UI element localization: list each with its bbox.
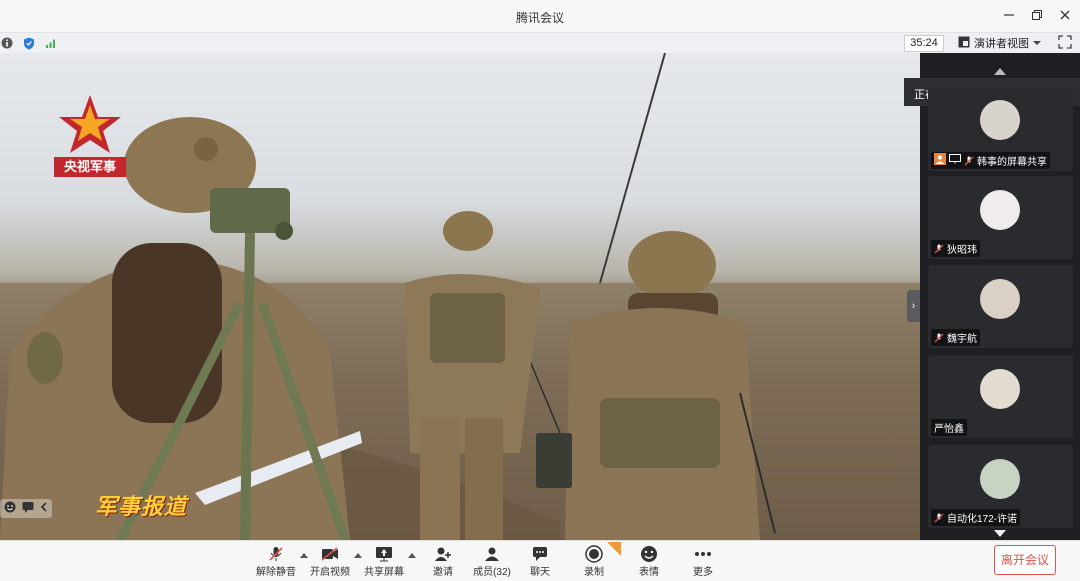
participant-label: 狄昭玮	[931, 240, 980, 257]
mic-muted-icon	[254, 545, 298, 563]
fullscreen-icon[interactable]	[1058, 35, 1072, 49]
chat-icon	[518, 545, 562, 563]
signal-icon[interactable]	[44, 36, 58, 50]
view-mode-label: 演讲者视图	[974, 38, 1029, 50]
add-user-icon	[421, 545, 465, 563]
title-bar: 腾讯会议	[0, 0, 1080, 32]
participant-tile[interactable]: 韩事的屏幕共享	[928, 88, 1073, 171]
unmute-button[interactable]: 解除静音	[254, 545, 298, 578]
members-icon	[470, 545, 514, 563]
mic-muted-icon	[934, 513, 944, 523]
record-label: 录制	[584, 567, 604, 578]
start-video-label: 开启视频	[310, 567, 350, 578]
meeting-status-bar: 35:24 演讲者视图	[0, 32, 1080, 54]
window-controls	[1002, 6, 1072, 24]
invite-label: 邀请	[433, 567, 453, 578]
unmute-label: 解除静音	[256, 567, 296, 578]
minimize-icon[interactable]	[1002, 6, 1016, 24]
program-logo: 军事报道	[95, 494, 188, 519]
participant-name: 魏宇航	[947, 334, 977, 345]
members-label: 成员(32)	[473, 567, 511, 578]
window-title: 腾讯会议	[515, 11, 564, 25]
video-mini-controls	[0, 499, 52, 518]
audio-options-caret[interactable]	[300, 553, 308, 558]
share-options-caret[interactable]	[408, 553, 416, 558]
shared-video: 央视军事 军事报道	[0, 53, 920, 540]
reactions-button[interactable]: 表情	[627, 545, 671, 578]
record-badge	[607, 542, 621, 556]
more-icon	[681, 545, 725, 563]
emoji-icon[interactable]	[4, 501, 16, 516]
camera-off-icon	[308, 545, 352, 563]
avatar	[980, 190, 1020, 230]
shield-icon[interactable]	[22, 36, 36, 50]
more-label: 更多	[693, 567, 713, 578]
grid-view-icon	[958, 36, 970, 51]
participant-label: 自动化172-许诺	[931, 509, 1021, 526]
avatar	[980, 100, 1020, 140]
person-icon	[934, 153, 946, 168]
participant-tile[interactable]: 魏宇航	[928, 265, 1073, 348]
chat-button[interactable]: 聊天	[518, 545, 562, 578]
collapse-panel-button[interactable]: ›	[907, 290, 920, 322]
close-icon[interactable]	[1058, 6, 1072, 24]
mic-muted-icon	[934, 333, 944, 343]
avatar	[980, 369, 1020, 409]
chat-label: 聊天	[530, 567, 550, 578]
meeting-timer: 35:24	[904, 35, 944, 52]
screen-share-icon	[949, 154, 961, 167]
participant-tile[interactable]: 自动化172-许诺	[928, 445, 1073, 528]
participant-name: 韩事的屏幕共享	[977, 157, 1047, 168]
mic-muted-icon	[964, 156, 974, 166]
info-icon[interactable]	[0, 36, 14, 50]
channel-label: 央视军事	[54, 157, 126, 177]
participant-name: 狄昭玮	[947, 245, 977, 256]
start-video-button[interactable]: 开启视频	[308, 545, 352, 578]
participant-label: 严怡鑫	[931, 419, 967, 436]
invite-button[interactable]: 邀请	[421, 545, 465, 578]
participant-name: 严怡鑫	[934, 424, 964, 435]
avatar	[980, 459, 1020, 499]
share-screen-label: 共享屏幕	[364, 567, 404, 578]
scroll-up-icon[interactable]	[994, 68, 1006, 75]
mic-muted-icon	[934, 244, 944, 254]
video-options-caret[interactable]	[354, 553, 362, 558]
participant-label: 魏宇航	[931, 329, 980, 346]
chevron-down-icon	[1033, 37, 1041, 49]
participant-name: 自动化172-许诺	[947, 514, 1018, 525]
avatar	[980, 279, 1020, 319]
leave-meeting-button[interactable]: 离开会议	[994, 545, 1056, 575]
share-screen-button[interactable]: 共享屏幕	[362, 545, 406, 578]
emoji-icon	[627, 545, 671, 563]
participant-tile[interactable]: 严怡鑫	[928, 355, 1073, 438]
restore-icon[interactable]	[1030, 6, 1044, 24]
chevron-left-icon[interactable]	[40, 501, 48, 516]
share-screen-icon	[362, 545, 406, 563]
view-mode-dropdown[interactable]: 演讲者视图	[958, 35, 1041, 51]
status-icons	[0, 36, 58, 50]
scroll-down-icon[interactable]	[994, 530, 1006, 537]
meeting-toolbar: 解除静音 开启视频 共享屏幕 邀请 成员(32) 聊天 录制 表情 更多	[0, 540, 1080, 581]
more-button[interactable]: 更多	[681, 545, 725, 578]
reactions-label: 表情	[639, 567, 659, 578]
participant-tile[interactable]: 狄昭玮	[928, 176, 1073, 259]
members-button[interactable]: 成员(32)	[470, 545, 514, 578]
chat-bubble-icon[interactable]	[22, 501, 34, 516]
video-scene	[0, 53, 776, 540]
participant-label: 韩事的屏幕共享	[931, 152, 1050, 169]
